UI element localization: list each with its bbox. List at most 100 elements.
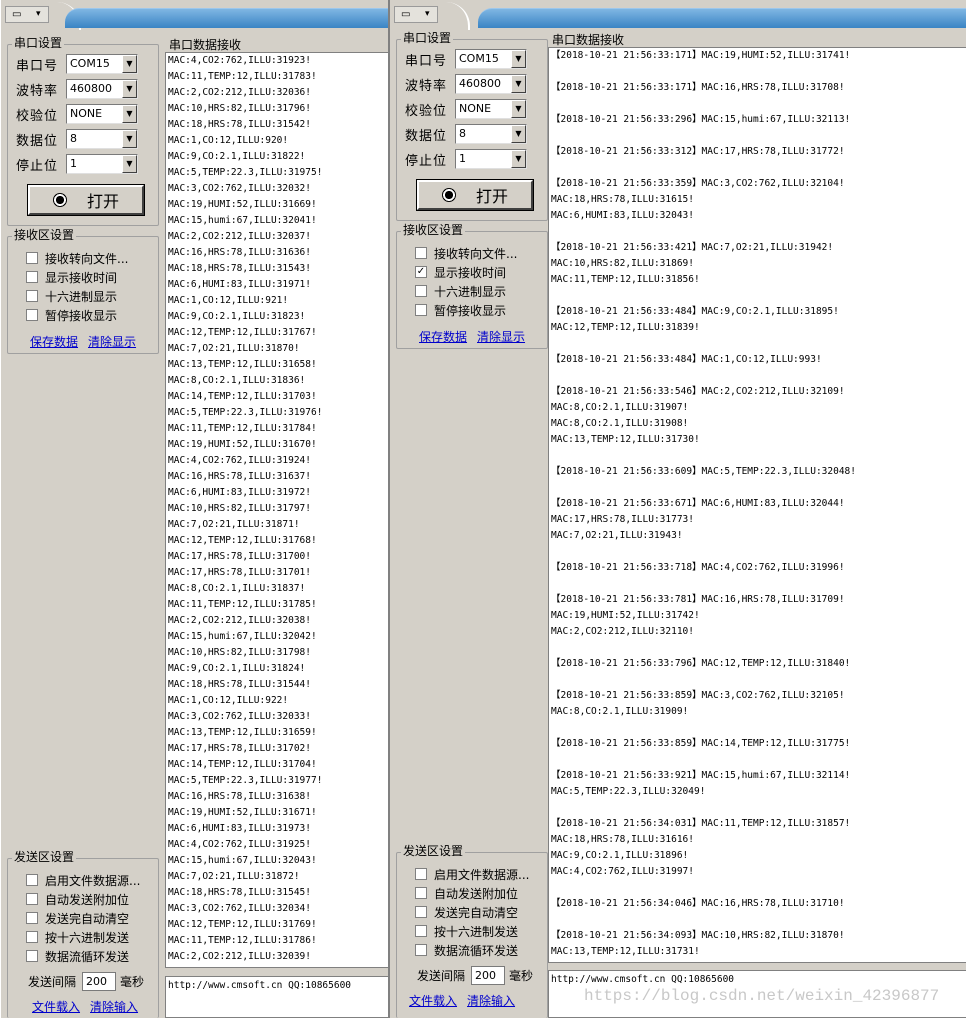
open-port-button[interactable]: 打开 (416, 179, 534, 211)
hex-send-checkbox[interactable]: 按十六进制发送 (415, 922, 518, 940)
received-line (549, 128, 966, 144)
loop-send-checkbox[interactable]: 数据流循环发送 (415, 941, 518, 959)
received-line: MAC:17,HRS:78,ILLU:31701! (168, 567, 311, 578)
received-line: MAC:1,CO:12,ILLU:921! (168, 295, 289, 306)
databits-select[interactable]: 8 ▼ (455, 124, 527, 144)
show-recv-time-label: 显示接收时间 (434, 265, 507, 280)
receive-settings-group: 接收区设置 接收转向文件... ✓ 显示接收时间 十六进制显示 暂停接收显示 保存… (396, 223, 548, 349)
recv-to-file-checkbox[interactable]: 接收转向文件... (26, 249, 128, 267)
received-line: MAC:18,HRS:78,ILLU:31543! (168, 263, 311, 274)
checkbox-icon[interactable] (415, 906, 427, 918)
received-line: 【2018-10-21 21:56:33:781】MAC:16,HRS:78,I… (551, 594, 845, 605)
load-file-link[interactable]: 文件载入 (32, 998, 80, 1015)
databits-select[interactable]: 8 ▼ (66, 129, 138, 149)
checkbox-icon[interactable] (415, 887, 427, 899)
clear-display-link[interactable]: 清除显示 (88, 333, 136, 350)
checkbox-icon[interactable] (26, 931, 38, 943)
chevron-down-icon[interactable]: ▼ (511, 125, 526, 143)
chevron-down-icon[interactable]: ▼ (122, 130, 137, 148)
chevron-down-icon[interactable]: ▼ (511, 150, 526, 168)
load-file-link[interactable]: 文件载入 (409, 992, 457, 1009)
interval-unit: 毫秒 (120, 975, 145, 989)
chevron-down-icon[interactable]: ▼ (122, 55, 137, 73)
chevron-down-icon[interactable]: ▼ (122, 80, 137, 98)
chevron-down-icon[interactable]: ▼ (511, 100, 526, 118)
baud-select[interactable]: 460800 ▼ (66, 79, 138, 99)
checkbox-icon[interactable] (415, 304, 427, 316)
port-select[interactable]: COM15 ▼ (455, 49, 527, 69)
interval-input[interactable]: 200 (471, 966, 506, 985)
clear-input-link[interactable]: 清除输入 (467, 992, 515, 1009)
parity-select[interactable]: NONE ▼ (66, 104, 138, 124)
received-line (549, 368, 966, 384)
received-line (549, 912, 966, 928)
hex-display-checkbox[interactable]: 十六进制显示 (26, 287, 117, 305)
checkbox-icon[interactable] (415, 247, 427, 259)
checkbox-icon[interactable] (415, 925, 427, 937)
checkmark-icon[interactable]: ✓ (415, 266, 427, 278)
checkbox-icon[interactable] (26, 893, 38, 905)
checkbox-icon[interactable] (415, 868, 427, 880)
file-source-checkbox[interactable]: 启用文件数据源... (26, 871, 140, 889)
auto-clear-checkbox[interactable]: 发送完自动清空 (26, 909, 129, 927)
auto-clear-label: 发送完自动清空 (434, 905, 519, 920)
checkbox-icon[interactable] (26, 912, 38, 924)
received-line: MAC:12,TEMP:12,ILLU:31767! (168, 327, 317, 338)
parity-select[interactable]: NONE ▼ (455, 99, 527, 119)
checkbox-icon[interactable] (26, 252, 38, 264)
checkbox-icon[interactable] (26, 309, 38, 321)
hex-send-checkbox[interactable]: 按十六进制发送 (26, 928, 129, 946)
checkbox-icon[interactable] (415, 944, 427, 956)
save-data-link[interactable]: 保存数据 (30, 333, 78, 350)
chevron-down-icon[interactable]: ▼ (122, 155, 137, 173)
system-menu-button[interactable]: ▭ ▾ (5, 6, 49, 23)
stopbits-select[interactable]: 1 ▼ (455, 149, 527, 169)
baud-select[interactable]: 460800 ▼ (455, 74, 527, 94)
checkbox-icon[interactable] (26, 290, 38, 302)
recv-to-file-checkbox[interactable]: 接收转向文件... (415, 244, 517, 262)
received-line: 【2018-10-21 21:56:33:171】MAC:16,HRS:78,I… (551, 82, 845, 93)
databits-value: 8 (459, 127, 466, 140)
chevron-down-icon[interactable]: ▼ (511, 75, 526, 93)
received-line (549, 96, 966, 112)
pause-display-checkbox[interactable]: 暂停接收显示 (26, 306, 117, 324)
chevron-down-icon[interactable]: ▼ (511, 50, 526, 68)
send-interval: 发送间隔 200 毫秒 (417, 966, 533, 985)
received-line: MAC:11,TEMP:12,ILLU:31785! (168, 599, 317, 610)
receive-text-area[interactable]: MAC:4,CO2:762,ILLU:31923! MAC:11,TEMP:12,… (165, 52, 388, 968)
send-text-area[interactable]: http://www.cmsoft.cn QQ:10865600 (165, 976, 388, 1018)
checkbox-icon[interactable] (26, 271, 38, 283)
auto-clear-checkbox[interactable]: 发送完自动清空 (415, 903, 518, 921)
receive-text-area[interactable]: 【2018-10-21 21:56:33:171】MAC:19,HUMI:52,… (548, 47, 966, 963)
checkbox-icon[interactable] (415, 285, 427, 297)
received-line: MAC:16,HRS:78,ILLU:31637! (168, 471, 311, 482)
chevron-down-icon[interactable]: ▼ (122, 105, 137, 123)
receive-settings-title: 接收区设置 (12, 228, 77, 242)
auto-append-checkbox[interactable]: 自动发送附加位 (26, 890, 129, 908)
received-line: MAC:4,CO2:762,ILLU:31924! (168, 455, 311, 466)
show-recv-time-checkbox[interactable]: 显示接收时间 (26, 268, 117, 286)
file-source-checkbox[interactable]: 启用文件数据源... (415, 865, 529, 883)
open-port-button[interactable]: 打开 (27, 184, 145, 216)
clear-input-link[interactable]: 清除输入 (90, 998, 138, 1015)
checkbox-icon[interactable] (26, 950, 38, 962)
received-line: MAC:2,CO2:212,ILLU:32038! (168, 615, 311, 626)
system-menu-button[interactable]: ▭ ▾ (394, 6, 438, 23)
loop-send-checkbox[interactable]: 数据流循环发送 (26, 947, 129, 965)
save-data-link[interactable]: 保存数据 (419, 328, 467, 345)
hex-display-checkbox[interactable]: 十六进制显示 (415, 282, 506, 300)
serial-settings-group: 串口设置 串口号 COM15 ▼ 波特率 460800 ▼ 校验位 NONE ▼ 数据位 8 ▼… (396, 31, 548, 221)
auto-append-checkbox[interactable]: 自动发送附加位 (415, 884, 518, 902)
port-select[interactable]: COM15 ▼ (66, 54, 138, 74)
clear-display-link[interactable]: 清除显示 (477, 328, 525, 345)
received-line: 【2018-10-21 21:56:33:421】MAC:7,O2:21,ILL… (551, 242, 834, 253)
received-line: MAC:5,TEMP:22.3,ILLU:31975! (168, 167, 323, 178)
checkbox-icon[interactable] (26, 874, 38, 886)
baud-field: 波特率 460800 ▼ (405, 73, 527, 95)
interval-input[interactable]: 200 (82, 972, 117, 991)
pause-display-checkbox[interactable]: 暂停接收显示 (415, 301, 506, 319)
databits-label: 数据位 (16, 133, 59, 149)
stopbits-select[interactable]: 1 ▼ (66, 154, 138, 174)
show-recv-time-checkbox[interactable]: ✓ 显示接收时间 (415, 263, 506, 281)
serial-settings-title: 串口设置 (401, 31, 454, 45)
